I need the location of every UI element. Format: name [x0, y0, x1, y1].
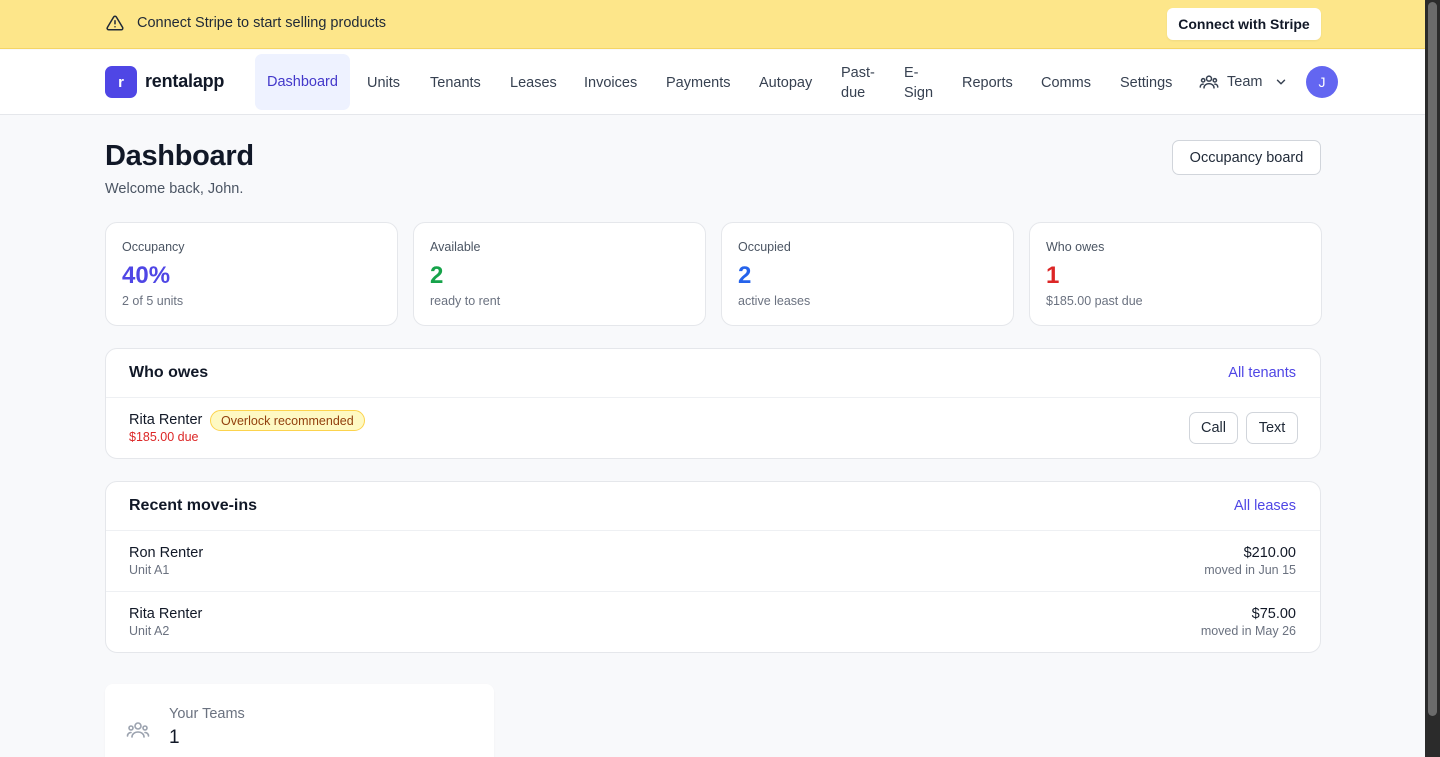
scrollbar-thumb[interactable]	[1428, 2, 1437, 716]
stripe-banner: Connect Stripe to start selling products…	[0, 0, 1425, 49]
amount-due: $185.00 due	[129, 430, 199, 444]
list-item: Rita Renter Overlock recommended $185.00…	[106, 398, 1320, 458]
tenant-name[interactable]: Rita Renter	[129, 412, 202, 428]
stat-sub: $185.00 past due	[1046, 294, 1143, 308]
logo-mark[interactable]: r	[105, 66, 137, 98]
banner-text: Connect Stripe to start selling products	[137, 15, 387, 31]
nav-payments[interactable]: Payments	[666, 50, 730, 115]
chevron-down-icon	[1277, 79, 1286, 85]
stat-label: Who owes	[1046, 240, 1105, 254]
stat-label: Occupied	[738, 240, 791, 254]
page-subtitle: Welcome back, John.	[105, 181, 244, 197]
rent-amount: $210.00	[1243, 545, 1296, 561]
stat-card-who-owes: Who owes 1 $185.00 past due	[1029, 222, 1322, 326]
stat-sub: 2 of 5 units	[122, 294, 184, 308]
nav-comms[interactable]: Comms	[1041, 50, 1091, 115]
all-tenants-link[interactable]: All tenants	[1228, 365, 1296, 381]
all-leases-link[interactable]: All leases	[1234, 498, 1296, 514]
occupancy-board-button[interactable]: Occupancy board	[1172, 140, 1321, 175]
panel-title: Recent move-ins	[129, 497, 258, 514]
unit-label: Unit A1	[129, 563, 170, 577]
stat-value: 40%	[122, 262, 171, 289]
tenant-name: Ron Renter	[129, 545, 204, 561]
users-icon	[1199, 75, 1219, 89]
team-label: Team	[1227, 74, 1263, 90]
connect-stripe-button[interactable]: Connect with Stripe	[1167, 8, 1321, 40]
stat-value: 2	[738, 262, 752, 289]
list-item[interactable]: Ron Renter Unit A1 $210.00 moved in Jun …	[106, 531, 1320, 591]
who-owes-panel: Who owes All tenants Rita Renter Overloc…	[105, 348, 1321, 459]
call-button[interactable]: Call	[1189, 412, 1238, 444]
stat-sub: active leases	[738, 294, 811, 308]
tenant-name: Rita Renter	[129, 606, 203, 622]
warning-triangle-icon	[106, 15, 124, 31]
stat-label: Occupancy	[122, 240, 185, 254]
move-in-date: moved in May 26	[1200, 624, 1296, 638]
panel-title: Who owes	[129, 364, 209, 381]
nav-leases[interactable]: Leases	[510, 50, 557, 115]
nav-past-due[interactable]: Past-due	[841, 50, 881, 115]
stat-value: 2	[430, 262, 444, 289]
move-in-date: moved in Jun 15	[1204, 563, 1296, 577]
nav-e-sign[interactable]: E-Sign	[904, 50, 938, 115]
status-badge: Overlock recommended	[210, 410, 365, 431]
nav-autopay[interactable]: Autopay	[759, 50, 812, 115]
stat-card-available: Available 2 ready to rent	[413, 222, 706, 326]
stat-value: 1	[1046, 262, 1060, 289]
nav-invoices[interactable]: Invoices	[584, 50, 637, 115]
unit-label: Unit A2	[129, 624, 170, 638]
top-navigation: r rentalapp Dashboard Units Tenants Leas…	[0, 50, 1425, 115]
stat-card-occupied: Occupied 2 active leases	[721, 222, 1014, 326]
stat-card-occupancy: Occupancy 40% 2 of 5 units	[105, 222, 398, 326]
teams-label: Your Teams	[169, 706, 245, 722]
team-switcher[interactable]: Team	[1199, 70, 1288, 94]
user-avatar[interactable]: J	[1306, 66, 1338, 98]
list-item[interactable]: Rita Renter Unit A2 $75.00 moved in May …	[106, 592, 1320, 652]
text-button[interactable]: Text	[1246, 412, 1298, 444]
teams-card: Your Teams 1	[105, 684, 494, 757]
page-scrollbar[interactable]	[1425, 0, 1440, 757]
stat-sub: ready to rent	[430, 294, 501, 308]
nav-reports[interactable]: Reports	[962, 50, 1013, 115]
stat-label: Available	[430, 240, 481, 254]
page-title: Dashboard	[105, 140, 254, 172]
nav-settings[interactable]: Settings	[1120, 50, 1172, 115]
recent-move-ins-panel: Recent move-ins All leases Ron Renter Un…	[105, 481, 1321, 653]
nav-dashboard[interactable]: Dashboard	[255, 54, 350, 110]
nav-units[interactable]: Units	[367, 50, 400, 115]
rent-amount: $75.00	[1251, 606, 1296, 622]
nav-tenants[interactable]: Tenants	[430, 50, 481, 115]
users-icon	[126, 722, 150, 738]
teams-count: 1	[169, 727, 180, 748]
logo-text[interactable]: rentalapp	[145, 71, 224, 92]
